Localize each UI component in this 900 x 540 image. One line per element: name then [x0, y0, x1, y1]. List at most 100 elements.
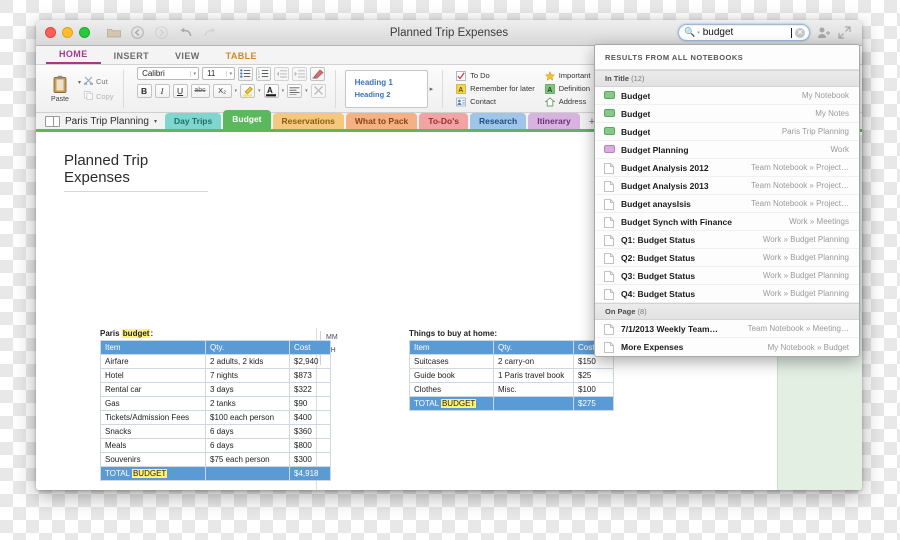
- minimize-button[interactable]: [62, 27, 73, 38]
- cell-cost[interactable]: $400: [289, 410, 331, 425]
- result-item[interactable]: Budget Paris Trip Planning: [595, 123, 859, 141]
- result-item[interactable]: Budget Planning Work: [595, 141, 859, 159]
- copy-button[interactable]: Copy: [84, 90, 114, 102]
- cell-qty[interactable]: 3 days: [205, 382, 290, 397]
- cell-qty[interactable]: 1 Paris travel book: [493, 368, 574, 383]
- chevron-down-icon[interactable]: ▾: [282, 88, 285, 94]
- table-row[interactable]: Hotel 7 nights $873: [100, 368, 331, 383]
- cell-qty[interactable]: $100 each person: [205, 410, 290, 425]
- section-tab-itinerary[interactable]: Itinerary: [528, 113, 580, 129]
- bold-button[interactable]: B: [136, 83, 152, 98]
- result-item[interactable]: Q2: Budget Status Work » Budget Planning: [595, 249, 859, 267]
- cell-total-cost[interactable]: $275: [573, 396, 614, 411]
- style-heading-2[interactable]: Heading 2: [355, 90, 427, 99]
- italic-button[interactable]: I: [154, 83, 170, 98]
- clear-formatting-icon[interactable]: [310, 83, 326, 98]
- expenses-table[interactable]: Item Qty. Cost Airfare 2 adults, 2 kids $2…: [100, 340, 331, 481]
- cell-total-label[interactable]: TOTAL BUDGET: [409, 396, 494, 411]
- section-tab-research[interactable]: Research: [469, 113, 527, 129]
- style-heading-1[interactable]: Heading 1: [355, 78, 427, 87]
- font-family-select[interactable]: Calibri ▾: [137, 67, 200, 80]
- table-row[interactable]: Guide book 1 Paris travel book $25: [409, 368, 614, 383]
- cell-qty[interactable]: 2 adults, 2 kids: [205, 354, 290, 369]
- cell-item[interactable]: Hotel: [100, 368, 206, 383]
- cell-total-label[interactable]: TOTAL BUDGET: [100, 466, 206, 481]
- align-icon[interactable]: [287, 83, 303, 98]
- cell-cost[interactable]: $873: [289, 368, 331, 383]
- section-tab-what-to-pack[interactable]: What to Pack: [345, 113, 418, 129]
- result-item[interactable]: Budget Synch with Finance Work » Meeting…: [595, 213, 859, 231]
- result-item[interactable]: More Expenses My Notebook » Budget: [595, 338, 859, 356]
- cell-qty[interactable]: 2 tanks: [205, 396, 290, 411]
- window-controls[interactable]: [36, 27, 90, 38]
- tag-definition[interactable]: A Definition: [544, 83, 591, 94]
- cell-total-qty[interactable]: [493, 396, 574, 411]
- redo-icon[interactable]: [202, 26, 217, 40]
- tag-contact[interactable]: Contact: [456, 97, 535, 107]
- chevron-down-icon[interactable]: ▾: [154, 118, 157, 125]
- cell-cost[interactable]: $25: [573, 368, 614, 383]
- clear-search-icon[interactable]: ✕: [795, 27, 805, 38]
- table-block-things-to-buy[interactable]: Things to buy at home: Item Qty. Cost Su…: [409, 329, 614, 411]
- section-tab-to-dos[interactable]: To-Do's: [419, 113, 468, 129]
- forward-icon[interactable]: [154, 26, 169, 40]
- cell-qty[interactable]: Misc.: [493, 382, 574, 397]
- font-size-select[interactable]: 11 ▾: [202, 67, 236, 80]
- cell-cost[interactable]: $322: [289, 382, 331, 397]
- expand-icon[interactable]: [838, 25, 852, 40]
- table-row[interactable]: Airfare 2 adults, 2 kids $2,940: [100, 354, 331, 369]
- cell-item[interactable]: Rental car: [100, 382, 206, 397]
- result-item[interactable]: Budget Analysis 2012 Team Notebook » Pro…: [595, 159, 859, 177]
- cell-qty[interactable]: 6 days: [205, 438, 290, 453]
- highlighter-icon[interactable]: [240, 83, 256, 98]
- tag-address[interactable]: Address: [544, 96, 591, 107]
- folder-icon[interactable]: [106, 26, 121, 40]
- search-scope-caret[interactable]: ▾: [697, 30, 700, 36]
- cell-item[interactable]: Guide book: [409, 368, 494, 383]
- paste-button[interactable]: Paste: [42, 75, 78, 103]
- cell-item[interactable]: Meals: [100, 438, 206, 453]
- tag-remember-for-later[interactable]: A Remember for later: [456, 83, 535, 94]
- page-title[interactable]: Planned Trip Expenses: [64, 152, 208, 192]
- tab-home[interactable]: HOME: [46, 49, 101, 64]
- tab-insert[interactable]: INSERT: [101, 51, 162, 64]
- cell-cost[interactable]: $800: [289, 438, 331, 453]
- table-row[interactable]: Rental car 3 days $322: [100, 382, 331, 397]
- table-row[interactable]: Suitcases 2 carry-on $150: [409, 354, 614, 369]
- result-item[interactable]: Q1: Budget Status Work » Budget Planning: [595, 231, 859, 249]
- cell-cost[interactable]: $300: [289, 452, 331, 467]
- table-total-row[interactable]: TOTAL BUDGET $4,918: [100, 466, 331, 481]
- close-button[interactable]: [45, 27, 56, 38]
- cell-qty[interactable]: 7 nights: [205, 368, 290, 383]
- cell-item[interactable]: Tickets/Admission Fees: [100, 410, 206, 425]
- cell-total-cost[interactable]: $4,918: [289, 466, 331, 481]
- section-tab-day-trips[interactable]: Day Trips: [164, 113, 222, 129]
- table-row[interactable]: Souvenirs $75 each person $300: [100, 452, 331, 467]
- table-row[interactable]: Gas 2 tanks $90: [100, 396, 331, 411]
- cut-button[interactable]: Cut: [84, 76, 114, 87]
- result-item[interactable]: Budget Analysis 2013 Team Notebook » Pro…: [595, 177, 859, 195]
- back-icon[interactable]: [130, 26, 145, 40]
- cell-cost[interactable]: $100: [573, 382, 614, 397]
- section-tab-reservations[interactable]: Reservations: [272, 113, 344, 129]
- table-row[interactable]: Clothes Misc. $100: [409, 382, 614, 397]
- styles-gallery[interactable]: Heading 1 Heading 2: [344, 69, 428, 108]
- undo-icon[interactable]: [178, 26, 193, 40]
- add-person-icon[interactable]: [817, 26, 831, 40]
- cell-item[interactable]: Souvenirs: [100, 452, 206, 467]
- shopping-table[interactable]: Item Qty. Cost Suitcases 2 carry-on $150 G…: [409, 340, 614, 411]
- cell-item[interactable]: Suitcases: [409, 354, 494, 369]
- tag-to-do[interactable]: To Do: [456, 70, 535, 81]
- cell-item[interactable]: Clothes: [409, 382, 494, 397]
- notebook-selector[interactable]: Paris Trip Planning ▾: [45, 116, 157, 129]
- cell-cost[interactable]: $360: [289, 424, 331, 439]
- table-total-row[interactable]: TOTAL BUDGET $275: [409, 396, 614, 411]
- underline-button[interactable]: U: [172, 83, 188, 98]
- cell-item[interactable]: Snacks: [100, 424, 206, 439]
- subscript-button[interactable]: X₂: [212, 83, 232, 98]
- paste-caret[interactable]: ▾: [78, 79, 81, 86]
- chevron-down-icon[interactable]: ▾: [258, 88, 261, 94]
- result-item[interactable]: 7/1/2013 Weekly Team… Team Notebook » Me…: [595, 320, 859, 338]
- table-block-paris-budget[interactable]: Paris budget: Item Qty. Cost Airfare 2 ad…: [100, 329, 331, 481]
- table-row[interactable]: Tickets/Admission Fees $100 each person $4…: [100, 410, 331, 425]
